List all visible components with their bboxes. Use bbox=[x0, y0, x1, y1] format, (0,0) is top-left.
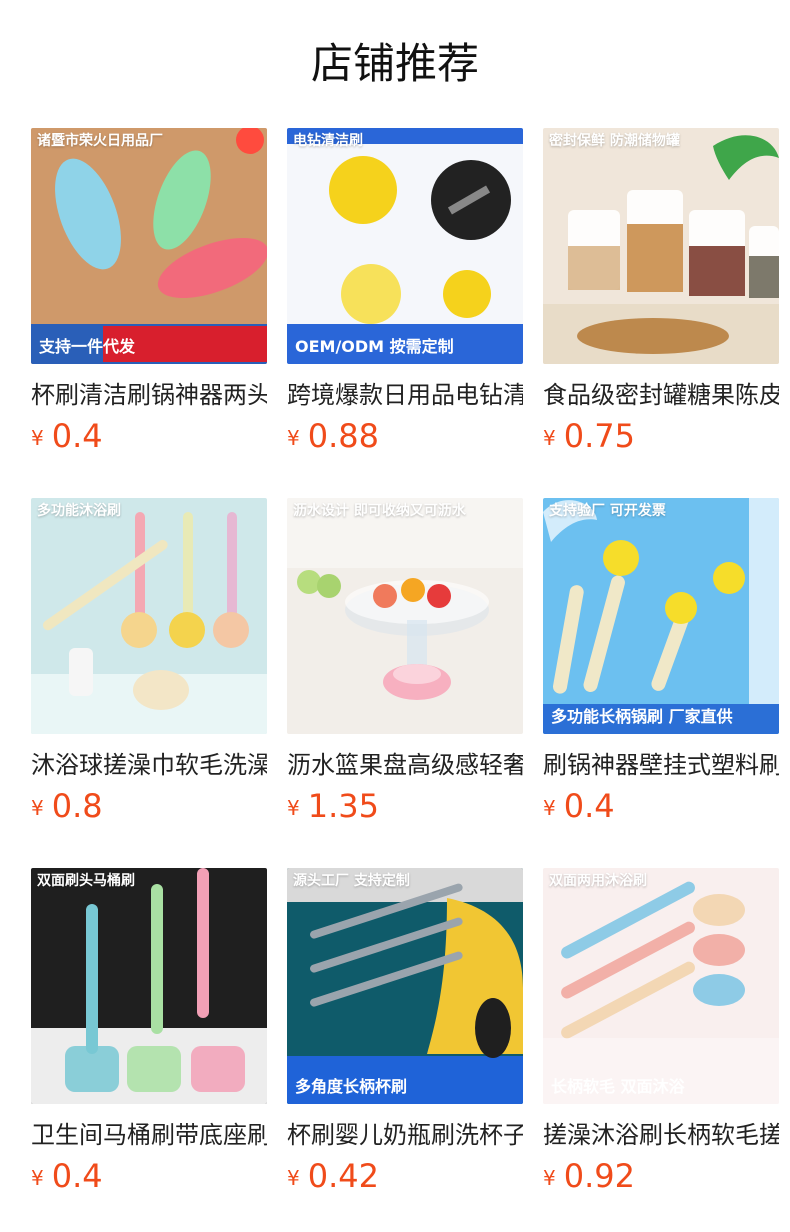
product-price: ¥0.8 bbox=[31, 786, 267, 828]
product-image-svg bbox=[31, 868, 267, 1104]
product-grid: 诸暨市荣火日用品厂 支持一件代发 杯刷清洁刷锅神器两头 ¥0.4 电钻清洁刷 O… bbox=[31, 128, 779, 1198]
product-card[interactable]: 多功能沐浴刷 沐浴球搓澡巾软毛洗澡刷 ¥0.8 bbox=[31, 498, 267, 828]
product-image-svg bbox=[31, 128, 267, 364]
product-image-top-text: 支持验厂 可开发票 bbox=[549, 503, 666, 519]
product-price: ¥1.35 bbox=[287, 786, 523, 828]
product-card[interactable]: 电钻清洁刷 OEM/ODM 按需定制 跨境爆款日用品电钻清洁刷 ¥0.88 bbox=[287, 128, 523, 458]
product-price: ¥0.88 bbox=[287, 416, 523, 458]
product-image-bottom-text bbox=[287, 722, 523, 734]
product-image: 双面两用沐浴刷 长柄软毛 双面沐浴 bbox=[543, 868, 779, 1104]
product-price: ¥0.42 bbox=[287, 1156, 523, 1198]
product-card[interactable]: 诸暨市荣火日用品厂 支持一件代发 杯刷清洁刷锅神器两头 ¥0.4 bbox=[31, 128, 267, 458]
currency-symbol: ¥ bbox=[287, 426, 300, 450]
product-card[interactable]: 密封保鲜 防潮储物罐 食品级密封罐糖果陈皮 ¥0.75 bbox=[543, 128, 779, 458]
product-title[interactable]: 沐浴球搓澡巾软毛洗澡刷 bbox=[31, 748, 267, 782]
product-image-top-text: 多功能沐浴刷 bbox=[37, 503, 121, 519]
product-image-top-text: 诸暨市荣火日用品厂 bbox=[37, 133, 163, 149]
price-value: 0.4 bbox=[563, 787, 615, 825]
currency-symbol: ¥ bbox=[31, 426, 44, 450]
product-image: 沥水设计 即可收纳又可沥水 bbox=[287, 498, 523, 734]
product-image-bottom-text bbox=[31, 722, 267, 734]
currency-symbol: ¥ bbox=[543, 1166, 556, 1190]
currency-symbol: ¥ bbox=[543, 796, 556, 820]
product-title[interactable]: 卫生间马桶刷带底座刷 bbox=[31, 1118, 267, 1152]
product-image-top-text: 双面两用沐浴刷 bbox=[549, 873, 647, 889]
currency-symbol: ¥ bbox=[287, 1166, 300, 1190]
currency-symbol: ¥ bbox=[543, 426, 556, 450]
product-image: 双面刷头马桶刷 bbox=[31, 868, 267, 1104]
product-image-bottom-text: 长柄软毛 双面沐浴 bbox=[551, 1077, 685, 1096]
product-title[interactable]: 刷锅神器壁挂式塑料刷 bbox=[543, 748, 779, 782]
product-image-svg bbox=[31, 498, 267, 734]
currency-symbol: ¥ bbox=[287, 796, 300, 820]
product-image-bottom-text: 支持一件代发 bbox=[39, 337, 136, 356]
product-price: ¥0.4 bbox=[31, 1156, 267, 1198]
product-image-svg bbox=[543, 128, 779, 364]
product-image-bottom-text: 多角度长柄杯刷 bbox=[295, 1077, 408, 1096]
price-value: 0.92 bbox=[563, 1157, 635, 1195]
product-image-top-text: 沥水设计 即可收纳又可沥水 bbox=[293, 503, 466, 519]
product-image-bottom-text: 多功能长柄锅刷 厂家直供 bbox=[551, 707, 733, 726]
product-image-bottom-text bbox=[543, 352, 779, 364]
product-title[interactable]: 食品级密封罐糖果陈皮 bbox=[543, 378, 779, 412]
product-image: 多功能沐浴刷 bbox=[31, 498, 267, 734]
product-title[interactable]: 沥水篮果盘高级感轻奢 bbox=[287, 748, 523, 782]
product-image: 支持验厂 可开发票 多功能长柄锅刷 厂家直供 bbox=[543, 498, 779, 734]
product-title[interactable]: 杯刷清洁刷锅神器两头 bbox=[31, 378, 267, 412]
product-card[interactable]: 双面两用沐浴刷 长柄软毛 双面沐浴 搓澡沐浴刷长柄软毛搓 ¥0.92 bbox=[543, 868, 779, 1198]
product-image-bottom-text bbox=[31, 1092, 267, 1104]
page-title: 店铺推荐 bbox=[310, 39, 479, 88]
product-image-top-text: 双面刷头马桶刷 bbox=[37, 873, 135, 889]
product-image-top-text: 源头工厂 支持定制 bbox=[293, 873, 410, 889]
price-value: 0.4 bbox=[51, 1157, 103, 1195]
product-price: ¥0.92 bbox=[543, 1156, 779, 1198]
price-value: 0.4 bbox=[51, 417, 103, 455]
currency-symbol: ¥ bbox=[31, 1166, 44, 1190]
product-card[interactable]: 沥水设计 即可收纳又可沥水 沥水篮果盘高级感轻奢 ¥1.35 bbox=[287, 498, 523, 828]
product-card[interactable]: 源头工厂 支持定制 多角度长柄杯刷 杯刷婴儿奶瓶刷洗杯子 ¥0.42 bbox=[287, 868, 523, 1198]
product-title[interactable]: 搓澡沐浴刷长柄软毛搓 bbox=[543, 1118, 779, 1152]
product-title[interactable]: 跨境爆款日用品电钻清洁刷 bbox=[287, 378, 523, 412]
product-image: 源头工厂 支持定制 多角度长柄杯刷 bbox=[287, 868, 523, 1104]
product-card[interactable]: 支持验厂 可开发票 多功能长柄锅刷 厂家直供 刷锅神器壁挂式塑料刷 ¥0.4 bbox=[543, 498, 779, 828]
product-price: ¥0.75 bbox=[543, 416, 779, 458]
product-image-svg bbox=[287, 128, 523, 364]
product-image-svg bbox=[543, 498, 779, 734]
product-image-svg bbox=[287, 868, 523, 1104]
product-price: ¥0.4 bbox=[31, 416, 267, 458]
product-image-svg bbox=[287, 498, 523, 734]
product-image-svg bbox=[543, 868, 779, 1104]
product-image: 诸暨市荣火日用品厂 支持一件代发 bbox=[31, 128, 267, 364]
product-image-bottom-text: OEM/ODM 按需定制 bbox=[295, 337, 454, 356]
price-value: 1.35 bbox=[307, 787, 379, 825]
product-image: 电钻清洁刷 OEM/ODM 按需定制 bbox=[287, 128, 523, 364]
price-value: 0.75 bbox=[563, 417, 635, 455]
product-title[interactable]: 杯刷婴儿奶瓶刷洗杯子 bbox=[287, 1118, 523, 1152]
product-image: 密封保鲜 防潮储物罐 bbox=[543, 128, 779, 364]
product-card[interactable]: 双面刷头马桶刷 卫生间马桶刷带底座刷 ¥0.4 bbox=[31, 868, 267, 1198]
product-image-top-text: 电钻清洁刷 bbox=[293, 133, 363, 149]
price-value: 0.42 bbox=[307, 1157, 379, 1195]
currency-symbol: ¥ bbox=[31, 796, 44, 820]
product-price: ¥0.4 bbox=[543, 786, 779, 828]
price-value: 0.88 bbox=[307, 417, 379, 455]
price-value: 0.8 bbox=[51, 787, 103, 825]
product-image-top-text: 密封保鲜 防潮储物罐 bbox=[549, 133, 680, 149]
